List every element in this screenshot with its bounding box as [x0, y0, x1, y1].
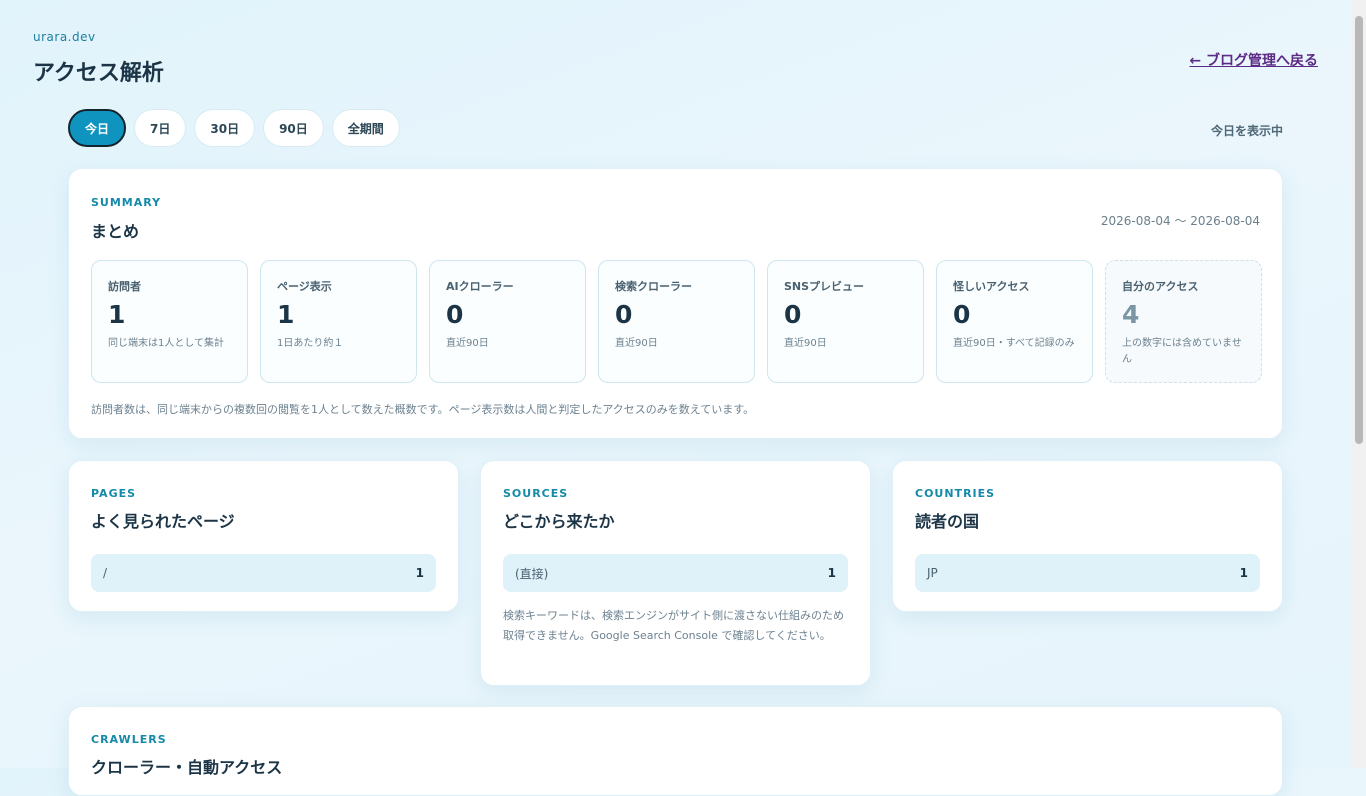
stat-label: 検索クローラー: [615, 280, 692, 293]
back-to-blog-admin-link[interactable]: ← ブログ管理へ戻る: [1189, 50, 1318, 70]
summary-kicker: SUMMARY: [91, 196, 162, 209]
range-today-button[interactable]: 今日: [68, 109, 127, 147]
stat-note: 同じ端末は1人として集計: [108, 338, 225, 349]
stat-visitors: 訪問者 1 同じ端末は1人として集計: [91, 260, 248, 383]
sources-note: 検索キーワードは、検索エンジンがサイト側に渡さない仕組みのため取得できません。G…: [503, 609, 844, 642]
row-count: 1: [415, 566, 424, 580]
stat-value: 0: [953, 300, 971, 329]
row-count: 1: [827, 566, 836, 580]
date-range: 2026-08-04 〜 2026-08-04: [1100, 214, 1260, 228]
sources-title: どこから来たか: [503, 512, 615, 531]
row-count: 1: [1239, 566, 1248, 580]
stat-search-crawlers: 検索クローラー 0 直近90日: [598, 260, 755, 383]
countries-title: 読者の国: [915, 512, 980, 531]
stat-note: 1日あたり約１: [277, 338, 344, 349]
row-label: JP: [927, 566, 938, 580]
scrollbar-thumb[interactable]: [1355, 16, 1363, 444]
stat-suspicious: 怪しいアクセス 0 直近90日・すべて記録のみ: [936, 260, 1093, 383]
stat-label: 訪問者: [108, 280, 141, 293]
page-title: アクセス解析: [33, 61, 164, 86]
page-scrollbar[interactable]: [1352, 0, 1366, 768]
crawlers-card: CRAWLERS クローラー・自動アクセス: [68, 706, 1283, 796]
range-status: 今日を表示中: [1210, 124, 1283, 138]
pages-kicker: PAGES: [91, 487, 137, 500]
summary-card: SUMMARY まとめ 2026-08-04 〜 2026-08-04 訪問者 …: [68, 168, 1283, 439]
list-item[interactable]: / 1: [91, 554, 436, 592]
sources-kicker: SOURCES: [503, 487, 569, 500]
stat-value: 0: [446, 300, 464, 329]
stat-value: 1: [108, 300, 126, 329]
pages-card: PAGES よく見られたページ / 1: [68, 460, 459, 612]
crawlers-title: クローラー・自動アクセス: [91, 758, 283, 777]
stat-note: 直近90日: [615, 338, 658, 349]
site-name: urara.dev: [33, 30, 96, 44]
countries-card: COUNTRIES 読者の国 JP 1: [892, 460, 1283, 612]
stat-tiles: 訪問者 1 同じ端末は1人として集計 ページ表示 1 1日あたり約１ AIクロー…: [91, 260, 1262, 383]
stat-note: 上の数字には含めていません: [1122, 338, 1242, 365]
stat-pageviews: ページ表示 1 1日あたり約１: [260, 260, 417, 383]
crawlers-kicker: CRAWLERS: [91, 733, 167, 746]
stat-value: 0: [784, 300, 802, 329]
stat-label: ページ表示: [277, 280, 332, 293]
stat-ai-crawlers: AIクローラー 0 直近90日: [429, 260, 586, 383]
range-all-button[interactable]: 全期間: [331, 109, 400, 147]
stat-label: AIクローラー: [446, 280, 514, 293]
stat-value: 4: [1122, 300, 1140, 329]
stat-value: 1: [277, 300, 295, 329]
row-label: /: [103, 566, 108, 580]
stat-value: 0: [615, 300, 633, 329]
stat-note: 直近90日・すべて記録のみ: [953, 338, 1075, 349]
stat-label: 自分のアクセス: [1122, 280, 1199, 293]
stat-own-access: 自分のアクセス 4 上の数字には含めていません: [1105, 260, 1262, 383]
range-selector: 今日 7日 30日 90日 全期間: [68, 109, 400, 147]
stat-label: SNSプレビュー: [784, 280, 865, 293]
stat-note: 直近90日: [784, 338, 827, 349]
row-label: (直接): [515, 566, 549, 581]
stat-label: 怪しいアクセス: [953, 280, 1030, 293]
list-item[interactable]: JP 1: [915, 554, 1260, 592]
pages-title: よく見られたページ: [91, 512, 235, 531]
range-90d-button[interactable]: 90日: [263, 109, 324, 147]
countries-kicker: COUNTRIES: [915, 487, 996, 500]
summary-footnote: 訪問者数は、同じ端末からの複数回の閲覧を1人として数えた概数です。ページ表示数は…: [91, 403, 755, 416]
summary-title: まとめ: [91, 222, 140, 241]
list-item[interactable]: (直接) 1: [503, 554, 848, 592]
stat-sns-previews: SNSプレビュー 0 直近90日: [767, 260, 924, 383]
sources-card: SOURCES どこから来たか (直接) 1 検索キーワードは、検索エンジンがサ…: [480, 460, 871, 686]
stat-note: 直近90日: [446, 338, 489, 349]
range-30d-button[interactable]: 30日: [194, 109, 256, 147]
range-7d-button[interactable]: 7日: [134, 109, 187, 147]
